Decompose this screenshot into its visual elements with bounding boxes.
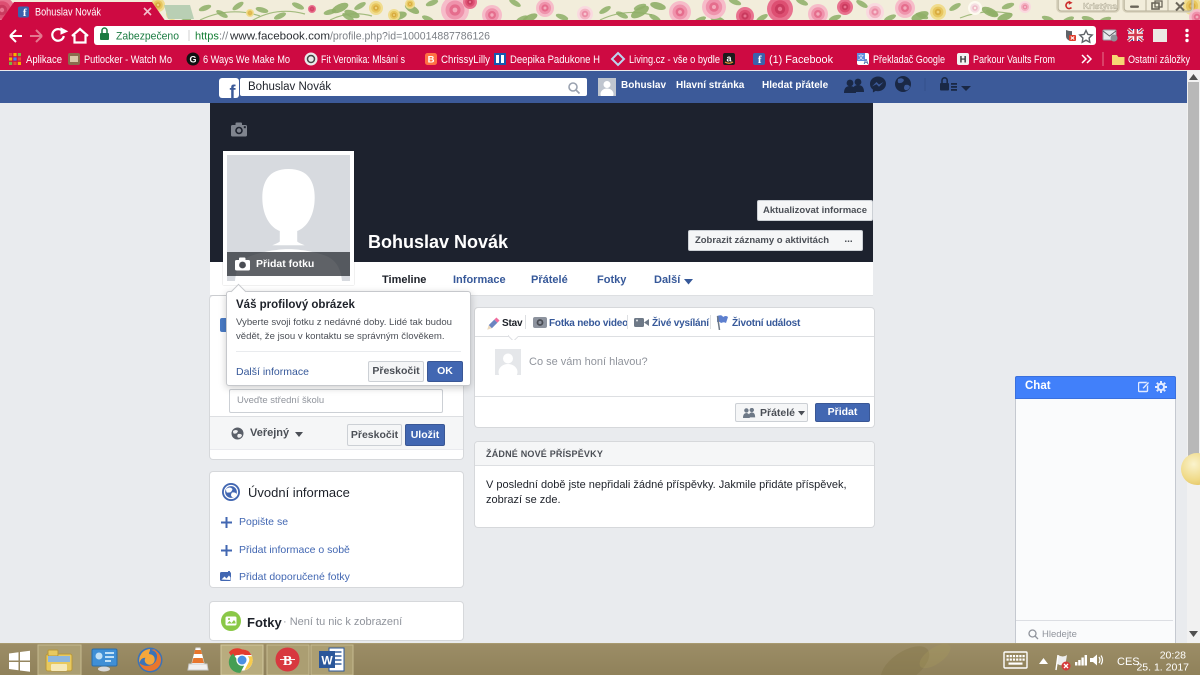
svg-text:B: B	[428, 55, 435, 66]
svg-text:6 Ways We Make Mo: 6 Ways We Make Mo	[203, 54, 290, 66]
svg-text:/profile.php?id=10001488778612: /profile.php?id=100014887786126	[330, 31, 490, 43]
svg-text:A: A	[863, 59, 868, 66]
svg-text:Aplikace: Aplikace	[26, 54, 62, 66]
svg-text:Zabezpečeno: Zabezpečeno	[116, 31, 179, 43]
svg-text:f: f	[23, 7, 27, 19]
svg-text:f: f	[758, 54, 762, 66]
svg-text:Překladač Google: Překladač Google	[873, 54, 945, 66]
svg-text:B: B	[283, 654, 292, 669]
svg-text:Kristýna: Kristýna	[1083, 1, 1117, 11]
svg-text:f: f	[230, 82, 237, 102]
svg-text:25. 1. 2017: 25. 1. 2017	[1136, 662, 1189, 674]
svg-text:Deepika Padukone H: Deepika Padukone H	[510, 54, 600, 66]
svg-text:Fit Veronika: Mlsání s: Fit Veronika: Mlsání s	[321, 54, 405, 66]
svg-text:(1) Facebook: (1) Facebook	[769, 54, 833, 66]
svg-text:ChrissyLilly: ChrissyLilly	[441, 54, 490, 66]
svg-text:Ostatní záložky: Ostatní záložky	[1128, 54, 1190, 66]
svg-text:H: H	[960, 55, 967, 66]
svg-text:G: G	[189, 55, 196, 65]
svg-text:Parkour Vaults From: Parkour Vaults From	[973, 54, 1055, 66]
svg-text:20:28: 20:28	[1160, 650, 1186, 662]
svg-text:W: W	[321, 654, 333, 668]
svg-text:Living.cz - vše o bydle: Living.cz - vše o bydle	[629, 54, 720, 66]
svg-text:www.facebook.com: www.facebook.com	[229, 31, 330, 43]
svg-text:Bohuslav Novák: Bohuslav Novák	[35, 7, 101, 19]
svg-text:://: ://	[219, 31, 229, 43]
svg-text:Putlocker - Watch Mo: Putlocker - Watch Mo	[84, 54, 172, 66]
svg-text:https: https	[195, 31, 219, 43]
